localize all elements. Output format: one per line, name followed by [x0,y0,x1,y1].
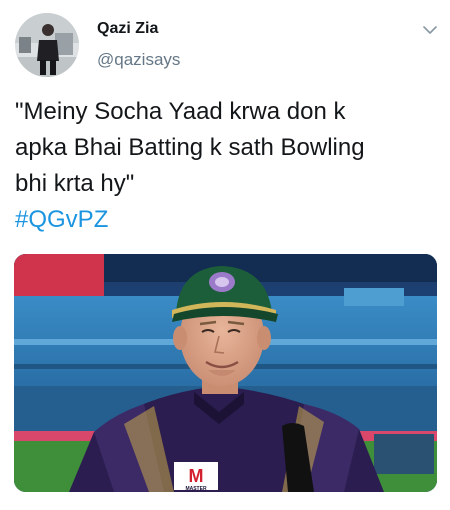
chevron-down-icon [423,25,437,34]
author-handle[interactable]: @qazisays [97,50,180,70]
tweet-text: "Meiny Socha Yaad krwa don k apka Bhai B… [15,94,435,238]
avatar-photo [15,13,79,77]
hashtag-link[interactable]: #QGvPZ [15,206,108,233]
jersey-sponsor-logo: M [189,466,204,486]
tweet-body: "Meiny Socha Yaad krwa don k apka Bhai B… [15,98,365,197]
tweet-menu-button[interactable] [418,20,442,40]
cricketer-photo: M MASTER [14,254,437,492]
tweet-card[interactable]: Qazi Zia @qazisays "Meiny Socha Yaad krw… [0,0,450,510]
author-display-name[interactable]: Qazi Zia [97,20,158,38]
tweet-media-photo[interactable]: M MASTER [14,254,437,492]
author-avatar[interactable] [15,13,79,77]
jersey-sponsor-text: MASTER [185,486,207,492]
